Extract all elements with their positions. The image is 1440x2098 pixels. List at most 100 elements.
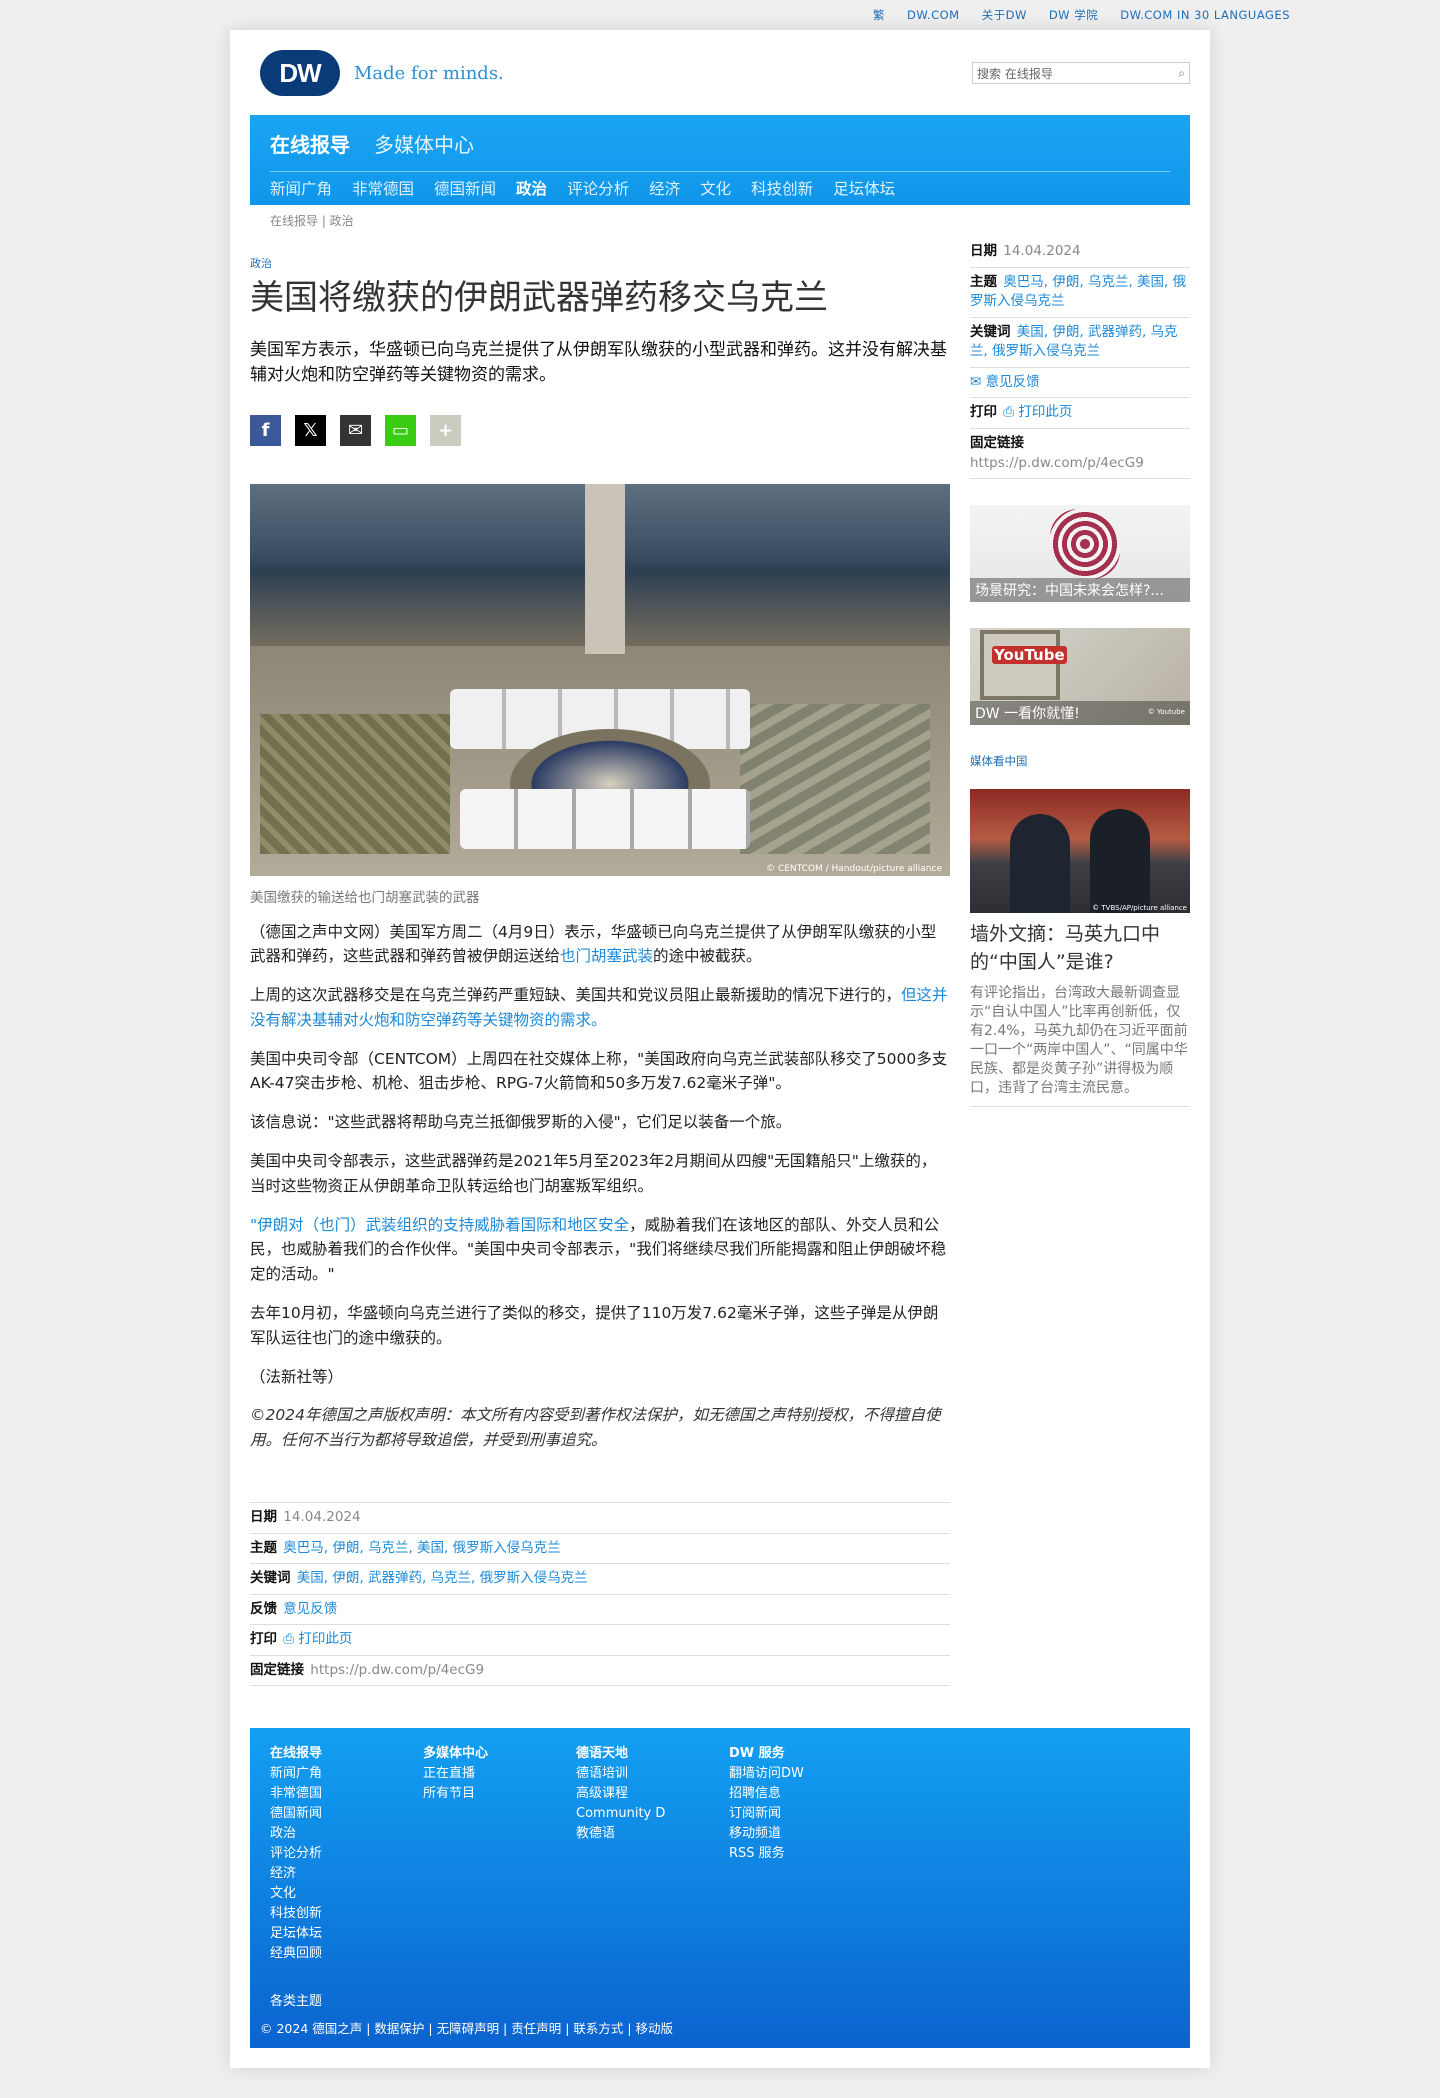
feature-image-credit: © TVBS/AP/picture alliance	[1092, 904, 1187, 913]
link-houthi[interactable]: 也门胡塞武装	[560, 947, 653, 965]
nav-item-science[interactable]: 科技创新	[751, 177, 813, 199]
footer-link[interactable]: 文化	[270, 1884, 322, 1904]
side-meta-print: 打印 ⎙ 打印此页	[970, 398, 1190, 429]
print-link[interactable]: 打印此页	[298, 1631, 352, 1647]
image-credit: © CENTCOM / Handout/picture alliance	[766, 863, 942, 874]
footer-link[interactable]: 科技创新	[270, 1904, 322, 1924]
meta-topics: 主题 奥巴马, 伊朗, 乌克兰, 美国, 俄罗斯入侵乌克兰	[250, 1534, 950, 1565]
footer-link[interactable]: 教德语	[576, 1824, 665, 1844]
dw-logo-icon: DW	[260, 50, 340, 96]
paragraph-3: 美国中央司令部（CENTCOM）上周四在社交媒体上称，"美国政府向乌克兰武装部队…	[250, 1049, 948, 1093]
feedback-link[interactable]: 意见反馈	[283, 1601, 337, 1617]
nav-primary-online[interactable]: 在线报导	[270, 129, 350, 158]
nav-item-germany[interactable]: 非常德国	[352, 177, 414, 199]
side-meta-date: 日期 14.04.2024	[970, 237, 1190, 268]
side-permalink-value[interactable]: https://p.dw.com/p/4ecG9	[970, 455, 1144, 471]
nav-item-news[interactable]: 新闻广角	[270, 177, 332, 199]
paragraph-2: 上周的这次武器移交是在乌克兰弹药严重短缺、美国共和党议员阻止最新援助的情况下进行…	[250, 986, 948, 1029]
footer-link[interactable]: 移动频道	[729, 1824, 804, 1844]
nav-item-economy[interactable]: 经济	[649, 177, 680, 199]
article-kicker[interactable]: 政治	[250, 255, 950, 271]
paragraph-6: "伊朗对（也门）武装组织的支持威胁着国际和地区安全，威胁着我们在该地区的部队、外…	[250, 1215, 947, 1284]
email-icon[interactable]: ✉	[340, 414, 371, 446]
site-logo[interactable]: DW Made for minds.	[260, 50, 504, 96]
footer-link[interactable]: RSS 服务	[729, 1844, 804, 1864]
side-meta-topics: 主题 奥巴马, 伊朗, 乌克兰, 美国, 俄罗斯入侵乌克兰	[970, 268, 1190, 318]
footer-heading-online[interactable]: 在线报导	[270, 1744, 322, 1764]
search-input[interactable]: 搜索 在线报导 ⌕	[972, 62, 1190, 84]
keywords-links[interactable]: 美国, 伊朗, 武器弹药, 乌克兰, 俄罗斯入侵乌克兰	[297, 1570, 588, 1586]
line-icon[interactable]: ▭	[385, 414, 416, 446]
nav-item-sports[interactable]: 足坛体坛	[833, 177, 895, 199]
sidebar-kicker[interactable]: 媒体看中国	[970, 753, 1190, 769]
nav-item-german-news[interactable]: 德国新闻	[434, 177, 496, 199]
footer-link[interactable]: 招聘信息	[729, 1784, 804, 1804]
nav-item-culture[interactable]: 文化	[700, 177, 731, 199]
footer-heading-services[interactable]: DW 服务	[729, 1744, 804, 1764]
article-body: （德国之声中文网）美国军方周二（4月9日）表示，华盛顿已向乌克兰提供了从伊朗军队…	[250, 920, 950, 1454]
facebook-icon[interactable]: f	[250, 414, 281, 446]
more-share-icon[interactable]: +	[430, 414, 461, 446]
nav-item-politics[interactable]: 政治	[516, 177, 547, 199]
article-lead: 美国军方表示，华盛顿已向乌克兰提供了从伊朗军队缴获的小型武器和弹药。这并没有解决…	[250, 339, 947, 386]
footer-link[interactable]: 经济	[270, 1864, 322, 1884]
footer-link[interactable]: 政治	[270, 1824, 322, 1844]
sidebar-meta: 日期 14.04.2024 主题 奥巴马, 伊朗, 乌克兰, 美国, 俄罗斯入侵…	[970, 237, 1190, 480]
printer-icon[interactable]: ⎙	[283, 1631, 294, 1647]
footer-link[interactable]: 经典回顾	[270, 1944, 322, 1964]
side-feedback-link[interactable]: 意见反馈	[986, 374, 1040, 390]
paragraph-5: 美国中央司令部表示，这些武器弹药是2021年5月至2023年2月期间从四艘"无国…	[250, 1152, 937, 1195]
x-twitter-icon[interactable]: 𝕏	[295, 414, 326, 446]
article: 政治 美国将缴获的伊朗武器弹药移交乌克兰 美国军方表示，华盛顿已向乌克兰提供了从…	[250, 255, 950, 1453]
paragraph-4: 该信息说："这些武器将帮助乌克兰抵御俄罗斯的入侵"，它们足以装备一个旅。	[250, 1113, 792, 1132]
footer-link[interactable]: 订阅新闻	[729, 1804, 804, 1824]
topics-links[interactable]: 奥巴马, 伊朗, 乌克兰, 美国, 俄罗斯入侵乌克兰	[283, 1540, 560, 1556]
article-meta-bottom: 日期 14.04.2024 主题 奥巴马, 伊朗, 乌克兰, 美国, 俄罗斯入侵…	[250, 1502, 950, 1687]
side-print-link[interactable]: 打印此页	[1018, 404, 1072, 420]
footer-heading-german[interactable]: 德语天地	[576, 1744, 665, 1764]
paragraph-7: 去年10月初，华盛顿向乌克兰进行了类似的移交，提供了110万发7.62毫米子弹，…	[250, 1304, 939, 1347]
footer-link[interactable]: 非常德国	[270, 1784, 322, 1804]
top-link-about[interactable]: 关于DW	[982, 7, 1027, 23]
footer-link[interactable]: 足坛体坛	[270, 1924, 322, 1944]
meta-keywords: 关键词 美国, 伊朗, 武器弹药, 乌克兰, 俄罗斯入侵乌克兰	[250, 1564, 950, 1595]
page-container: DW Made for minds. 搜索 在线报导 ⌕ 在线报导 多媒体中心 …	[230, 30, 1210, 2068]
top-link-traditional[interactable]: 繁	[873, 7, 885, 23]
footer-link[interactable]: 翻墙访问DW	[729, 1764, 804, 1784]
footer-all-topics[interactable]: 各类主题	[270, 1990, 322, 2009]
breadcrumb[interactable]: 在线报导 | 政治	[270, 212, 354, 229]
promo-card-dw-explainer[interactable]: YouTube DW 一看你就懂! © Youtube	[970, 628, 1190, 726]
meta-feedback: 反馈 意见反馈	[250, 1595, 950, 1626]
side-printer-icon[interactable]: ⎙	[1003, 404, 1014, 420]
promo-card-china-future[interactable]: 场景研究：中国未来会怎样?...	[970, 505, 1190, 603]
footer-link[interactable]: 德国新闻	[270, 1804, 322, 1824]
top-link-academy[interactable]: DW 学院	[1049, 7, 1098, 23]
footer-link[interactable]: Community D	[576, 1804, 665, 1824]
paragraph-8: （法新社等）	[250, 1367, 344, 1386]
youtube-credit: © Youtube	[1147, 708, 1185, 717]
footer-link[interactable]: 正在直播	[423, 1764, 488, 1784]
feature-title[interactable]: 墙外文摘：马英九口中的“中国人”是谁?	[970, 921, 1190, 976]
footer-link[interactable]: 高级课程	[576, 1784, 665, 1804]
feature-image[interactable]: © TVBS/AP/picture alliance	[970, 789, 1190, 914]
footer-link[interactable]: 评论分析	[270, 1844, 322, 1864]
footer-link[interactable]: 德语培训	[576, 1764, 665, 1784]
meta-print: 打印 ⎙ 打印此页	[250, 1625, 950, 1656]
link-iran-support[interactable]: "伊朗对（也门）武装组织的支持威胁着国际和地区安全	[250, 1216, 629, 1234]
footer-heading-multimedia[interactable]: 多媒体中心	[423, 1744, 488, 1764]
footer-link[interactable]: 新闻广角	[270, 1764, 322, 1784]
article-image: © CENTCOM / Handout/picture alliance	[250, 483, 950, 876]
side-topics-links[interactable]: 奥巴马, 伊朗, 乌克兰, 美国, 俄罗斯入侵乌克兰	[970, 274, 1186, 310]
nav-primary-multimedia[interactable]: 多媒体中心	[374, 129, 474, 158]
search-icon[interactable]: ⌕	[1178, 66, 1185, 81]
footer-copyright[interactable]: © 2024 德国之声 | 数据保护 | 无障碍声明 | 责任声明 | 联系方式…	[260, 2018, 673, 2037]
article-title: 美国将缴获的伊朗武器弹药移交乌克兰	[250, 278, 828, 318]
footer-link[interactable]: 所有节目	[423, 1784, 488, 1804]
top-link-languages[interactable]: DW.COM IN 30 LANGUAGES	[1120, 8, 1290, 22]
nav-item-commentary[interactable]: 评论分析	[567, 177, 629, 199]
permalink-value[interactable]: https://p.dw.com/p/4ecG9	[310, 1662, 484, 1678]
mail-icon[interactable]: ✉	[970, 374, 981, 390]
footer-col-multimedia: 多媒体中心 正在直播 所有节目	[423, 1744, 488, 1804]
top-link-dwcom[interactable]: DW.COM	[907, 8, 960, 22]
footer-col-online: 在线报导 新闻广角 非常德国 德国新闻 政治 评论分析 经济 文化 科技创新 足…	[270, 1744, 322, 1964]
